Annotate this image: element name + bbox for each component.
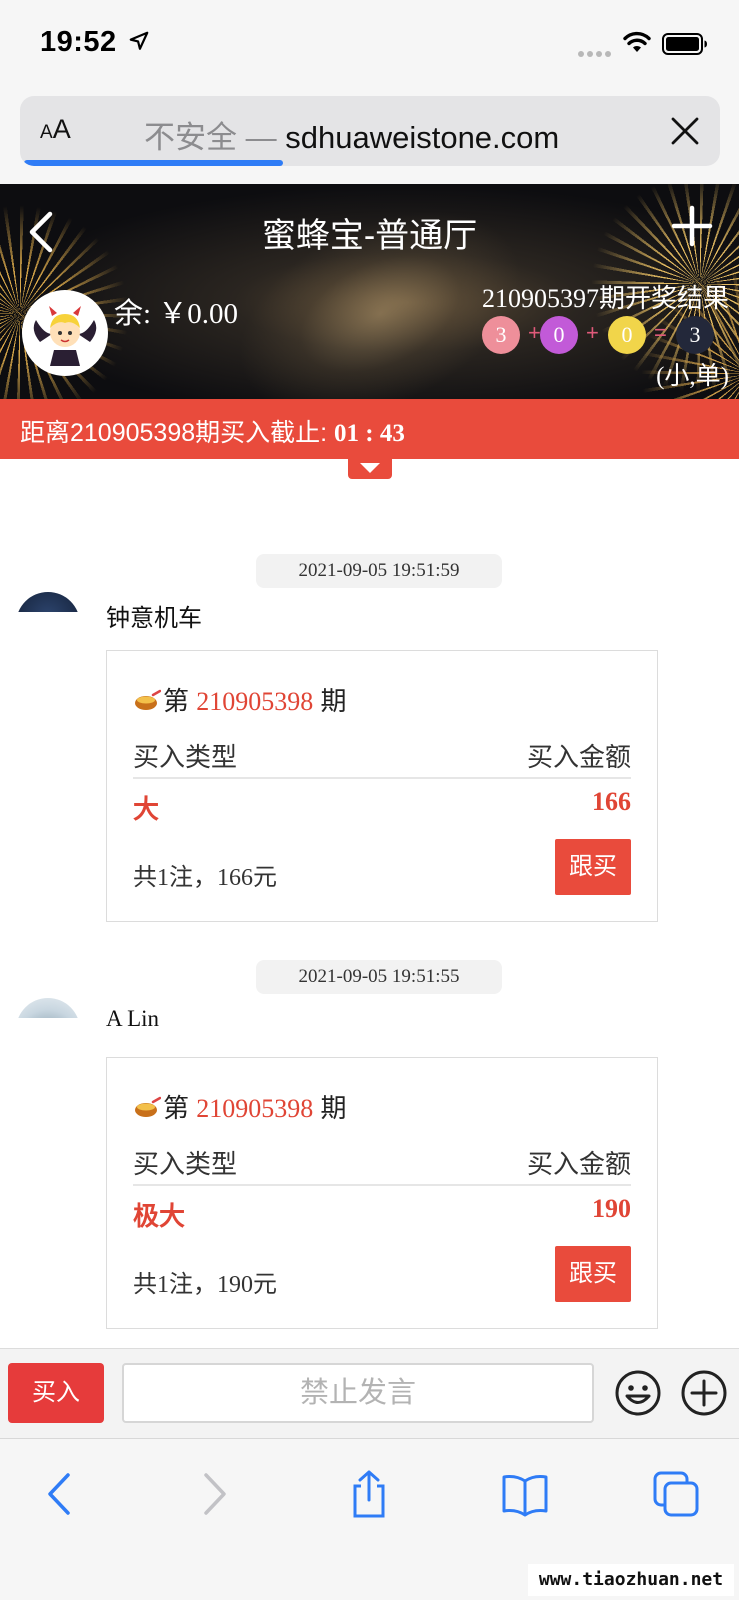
domain-label: sdhuaweistone.com: [285, 120, 560, 155]
user-avatar[interactable]: [16, 998, 80, 1018]
follow-bet-button[interactable]: 跟买: [555, 839, 631, 895]
stop-loading-icon[interactable]: [670, 116, 700, 146]
avatar[interactable]: [22, 290, 108, 376]
emoji-icon[interactable]: [614, 1369, 662, 1417]
deadline-text: 距离210905398期买入截止: 01 : 43: [20, 413, 405, 449]
bet-summary: 共1注，166元: [133, 865, 277, 891]
column-amount-label: 买入金额: [526, 742, 631, 772]
column-amount-label: 买入金额: [526, 1149, 631, 1179]
column-type-label: 买入类型: [133, 1149, 238, 1179]
user-name: A Lin: [106, 1006, 160, 1031]
cellular-signal-icon: [578, 44, 614, 62]
buy-button[interactable]: 买入: [8, 1363, 104, 1423]
message-timestamp: 2021-09-05 19:51:59: [256, 554, 502, 588]
wifi-icon: [623, 31, 651, 52]
equals-operator: =: [654, 320, 667, 345]
user-avatar[interactable]: [16, 592, 80, 612]
security-label: 不安全 —: [144, 120, 286, 155]
deadline-label: 距离210905398期买入截止:: [20, 419, 335, 447]
balance-label: 余: ￥0.00: [114, 298, 239, 330]
result-sum-ball: 3: [676, 316, 714, 354]
tabs-icon[interactable]: [652, 1469, 702, 1519]
divider: [133, 1184, 631, 1186]
reader-settings-button[interactable]: AA: [40, 114, 71, 145]
follow-bet-button[interactable]: 跟买: [555, 1246, 631, 1302]
chat-input-bar: 买入 禁止发言: [0, 1348, 739, 1438]
back-icon[interactable]: [36, 1469, 86, 1519]
bet-amount: 166: [592, 787, 631, 816]
page-load-progress: [24, 160, 283, 166]
room-header: 蜜蜂宝-普通厅 余: ￥0.00 210905397期开奖结果 3 + 0 + …: [0, 184, 739, 399]
plus-icon[interactable]: [670, 204, 714, 248]
bet-card: 第 210905398 期 买入类型 买入金额 大 166 共1注，166元 跟…: [106, 650, 658, 922]
expand-tab-chevron-icon[interactable]: [348, 457, 392, 479]
address-bar[interactable]: AA 不安全 — sdhuaweistone.com: [20, 96, 720, 166]
result-ball: 0: [540, 316, 578, 354]
gold-pot-icon: [135, 689, 161, 710]
column-type-label: 买入类型: [133, 742, 238, 772]
gold-pot-icon: [135, 1096, 161, 1117]
user-name: 钟意机车: [106, 605, 202, 632]
battery-icon: [662, 33, 707, 55]
devil-avatar-icon: [33, 306, 97, 366]
draw-result-balls: 3 + 0 + 0 = 3: [482, 316, 732, 356]
result-ball: 3: [482, 316, 520, 354]
bet-period: 第 210905398 期: [133, 681, 346, 718]
url-text[interactable]: 不安全 — sdhuaweistone.com: [144, 112, 559, 157]
deadline-bar: 距离210905398期买入截止: 01 : 43: [0, 399, 739, 459]
share-icon[interactable]: [344, 1469, 394, 1519]
bet-period: 第 210905398 期: [133, 1088, 346, 1125]
last-draw-title: 210905397期开奖结果: [481, 284, 729, 313]
bet-type: 大: [133, 794, 160, 824]
status-time: 19:52: [40, 26, 117, 58]
location-arrow-icon: [129, 31, 149, 50]
forward-icon[interactable]: [188, 1469, 238, 1519]
plus-operator: +: [586, 320, 599, 345]
bet-summary: 共1注，190元: [133, 1272, 277, 1298]
browser-url-area: AA 不安全 — sdhuaweistone.com: [0, 88, 739, 184]
result-ball: 0: [608, 316, 646, 354]
message-timestamp: 2021-09-05 19:51:55: [256, 960, 502, 994]
bet-card: 第 210905398 期 买入类型 买入金额 极大 190 共1注，190元 …: [106, 1057, 658, 1329]
room-title: 蜜蜂宝-普通厅: [261, 217, 478, 255]
bet-amount: 190: [592, 1194, 631, 1223]
message-input[interactable]: 禁止发言: [122, 1363, 594, 1423]
status-bar: 19:52: [0, 0, 739, 88]
result-tag: (小,单): [656, 363, 729, 390]
plus-operator: +: [528, 320, 541, 345]
bookmarks-icon[interactable]: [500, 1469, 550, 1519]
watermark: www.tiaozhuan.net: [528, 1564, 734, 1596]
divider: [133, 777, 631, 779]
add-circle-icon[interactable]: [680, 1369, 728, 1417]
countdown: 01 : 43: [334, 420, 405, 447]
bet-type: 极大: [133, 1201, 186, 1231]
